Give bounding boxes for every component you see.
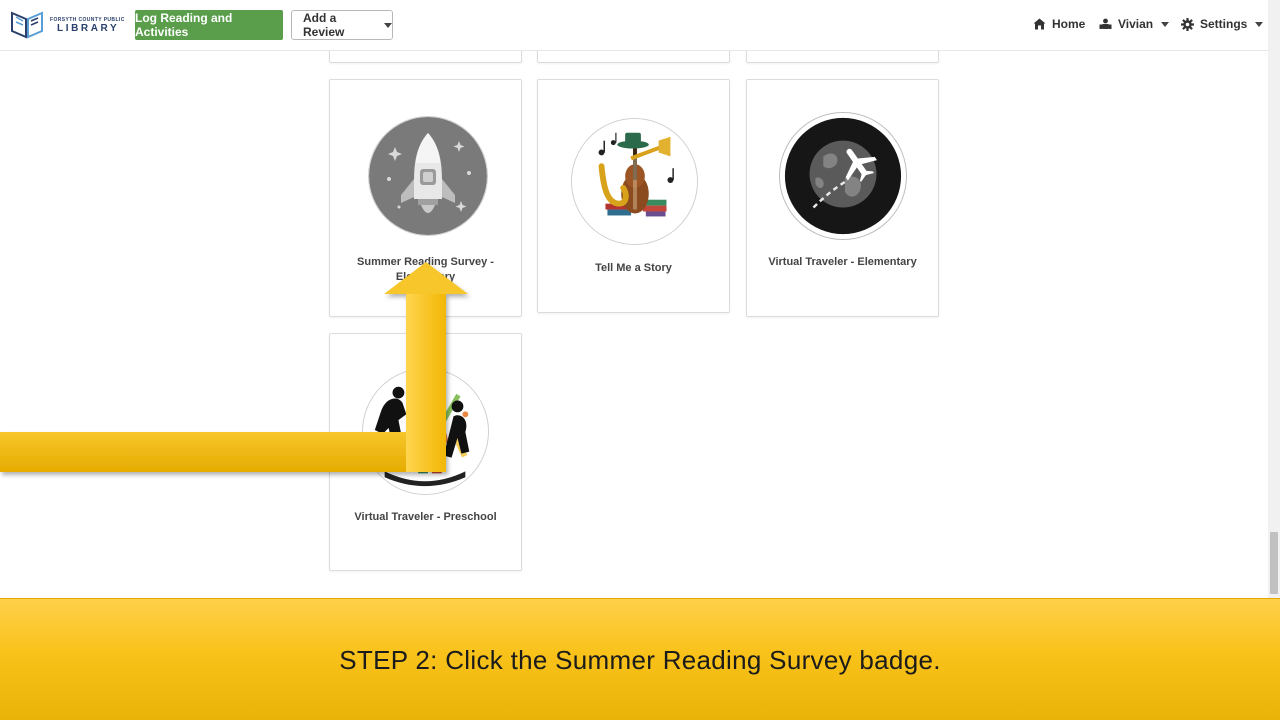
- nav-user-menu[interactable]: Vivian: [1099, 16, 1170, 32]
- music-instruments-badge-icon[interactable]: [571, 118, 698, 245]
- app-window: FORSYTH COUNTY PUBLIC LIBRARY Log Readin…: [0, 0, 1280, 720]
- badge-title: Summer Reading Survey - Elementary: [357, 256, 494, 283]
- dancers-badge-icon[interactable]: [362, 368, 489, 495]
- add-review-label: Add a Review: [303, 11, 345, 39]
- add-review-dropdown[interactable]: Add a Review: [291, 10, 393, 40]
- top-navbar: FORSYTH COUNTY PUBLIC LIBRARY Log Readin…: [0, 0, 1268, 51]
- library-logo[interactable]: FORSYTH COUNTY PUBLIC LIBRARY: [10, 9, 124, 41]
- badge-title: Tell Me a Story: [595, 262, 672, 274]
- nav-home-label: Home: [1052, 17, 1086, 31]
- badge-card-tell-me-a-story[interactable]: Tell Me a Story: [537, 79, 730, 313]
- nav-user-label: Vivian: [1118, 17, 1154, 31]
- nav-home-link[interactable]: Home: [1033, 16, 1085, 32]
- library-logo-icon: [11, 11, 43, 39]
- log-reading-button[interactable]: Log Reading and Activities: [135, 10, 283, 40]
- page-scrollbar[interactable]: [1268, 0, 1280, 598]
- instruction-text: STEP 2: Click the Summer Reading Survey …: [339, 645, 941, 675]
- badge-card-virtual-traveler-preschool[interactable]: Virtual Traveler - Preschool: [329, 333, 522, 571]
- rocket-badge-icon[interactable]: [368, 116, 488, 236]
- gear-icon: [1181, 17, 1194, 31]
- logo-big-text: LIBRARY: [57, 23, 120, 34]
- instruction-banner: STEP 2: Click the Summer Reading Survey …: [0, 598, 1280, 720]
- chevron-down-icon: [1255, 21, 1264, 27]
- chevron-down-icon: [384, 22, 392, 28]
- badge-title: Virtual Traveler - Preschool: [354, 511, 497, 523]
- user-group-icon: [1099, 18, 1112, 29]
- badge-card-summer-reading-survey[interactable]: Summer Reading Survey - Elementary: [329, 79, 522, 317]
- chevron-down-icon: [1161, 21, 1170, 27]
- home-icon: [1033, 18, 1046, 30]
- globe-airplane-badge-icon[interactable]: [779, 112, 907, 240]
- nav-settings-menu[interactable]: Settings: [1181, 16, 1264, 32]
- badge-title: Virtual Traveler - Elementary: [768, 256, 917, 268]
- badge-card-virtual-traveler-elementary[interactable]: Virtual Traveler - Elementary: [746, 79, 939, 317]
- scrollbar-thumb[interactable]: [1270, 532, 1278, 594]
- nav-settings-label: Settings: [1200, 17, 1248, 31]
